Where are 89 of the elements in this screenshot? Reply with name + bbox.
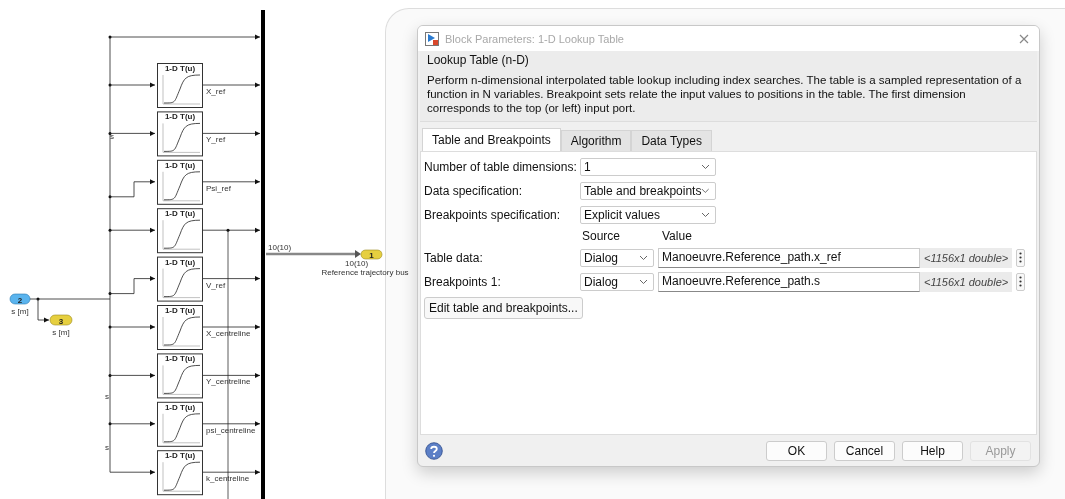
lookup-table-block xyxy=(157,256,203,302)
junction-dot xyxy=(108,35,112,39)
junction-dot xyxy=(108,195,112,199)
junction-dot xyxy=(108,373,112,377)
signal-dimension-label: 10(10) xyxy=(268,243,292,252)
text-field[interactable]: Manoeuvre.Reference_path.x_ref xyxy=(658,247,920,268)
field-label: Data specification: xyxy=(424,183,524,198)
junction-dot xyxy=(108,131,112,135)
block-title: 1-D T(u) xyxy=(164,112,196,122)
block-title: 1-D T(u) xyxy=(164,451,196,461)
signal-label: psi_centreline xyxy=(206,425,256,435)
tab[interactable]: Table and Breakpoints xyxy=(422,128,561,151)
dialog-button[interactable]: OK xyxy=(766,440,827,461)
lookup-table-block xyxy=(157,305,203,350)
column-header: Value xyxy=(661,229,692,243)
dropdown[interactable]: Explicit values xyxy=(580,205,716,224)
group-title: Lookup Table (n-D) xyxy=(427,53,530,67)
block-title: 1-D T(u) xyxy=(164,257,196,267)
signal-label: X_centreline xyxy=(206,329,251,338)
signal-line xyxy=(202,82,261,88)
outport-block: 3 xyxy=(49,314,73,326)
chevron-icon xyxy=(639,278,648,285)
tab[interactable]: Data Types xyxy=(631,130,712,151)
block-title: 1-D T(u) xyxy=(164,160,196,170)
port-label: s [m] xyxy=(52,328,70,337)
lookup-table-block xyxy=(157,353,203,399)
chevron-icon xyxy=(701,187,710,194)
column-header: Source xyxy=(581,229,622,243)
inport-block: 2 xyxy=(9,293,31,305)
outport-block: 1 xyxy=(360,249,383,260)
kebab-icon xyxy=(1019,276,1023,287)
signal-label: s xyxy=(105,443,109,452)
signal-label: k_centreline xyxy=(206,474,250,484)
kebab-icon xyxy=(1019,252,1023,263)
dropdown[interactable]: 1 xyxy=(580,157,716,176)
signal-label: s xyxy=(105,392,109,401)
field-label: Breakpoints specification: xyxy=(424,207,562,222)
junction-dot xyxy=(108,292,112,296)
port-label: s [m] xyxy=(11,307,29,316)
chevron-icon xyxy=(701,211,710,218)
more-options-button[interactable] xyxy=(1016,248,1026,267)
help-icon[interactable] xyxy=(425,441,443,460)
lookup-table-block xyxy=(157,450,203,496)
lookup-table-block xyxy=(157,401,203,447)
signal-label: s xyxy=(110,132,114,141)
size-hint: <1156x1 double> xyxy=(920,247,1013,268)
junction-dot xyxy=(108,83,112,87)
lookup-table-block xyxy=(157,208,203,254)
port-label: Reference trajectory bus xyxy=(321,268,409,277)
signal-line xyxy=(202,179,261,185)
tab[interactable]: Algorithm xyxy=(560,130,632,151)
field-label: Number of table dimensions: xyxy=(424,159,576,174)
field-label: Breakpoints 1: xyxy=(424,274,502,289)
block-title: 1-D T(u) xyxy=(164,354,196,364)
junction-dot xyxy=(36,297,40,301)
lookup-table-block xyxy=(157,111,203,157)
dialog-button[interactable]: Help xyxy=(902,440,963,461)
block-title: 1-D T(u) xyxy=(164,209,196,219)
junction-dot xyxy=(108,228,112,232)
block-title: 1-D T(u) xyxy=(164,402,196,412)
chevron-icon xyxy=(701,163,710,170)
block-title: 1-D T(u) xyxy=(164,306,196,315)
block-title: 1-D T(u) xyxy=(164,64,196,73)
dropdown[interactable]: Dialog xyxy=(580,272,654,291)
block-icon xyxy=(425,31,439,46)
signal-label: Psi_ref xyxy=(206,183,231,193)
signal-dimension-label: 10(10) xyxy=(345,259,369,268)
more-options-button[interactable] xyxy=(1016,272,1026,291)
signal-line xyxy=(202,130,261,136)
lookup-table-block xyxy=(157,63,203,108)
signal-label: Y_ref xyxy=(206,135,226,145)
signal-label: X_ref xyxy=(206,87,226,96)
text-field[interactable]: Manoeuvre.Reference_path.s xyxy=(658,271,920,292)
signal-label: V_ref xyxy=(206,280,226,290)
dropdown[interactable]: Dialog xyxy=(580,248,654,267)
edit-table-button[interactable]: Edit table and breakpoints... xyxy=(424,297,583,319)
chevron-icon xyxy=(639,254,648,261)
field-label: Table data: xyxy=(424,250,484,265)
junction-dot xyxy=(226,228,230,232)
dialog-button[interactable]: Cancel xyxy=(834,440,895,461)
window-title: Block Parameters: 1-D Lookup Table xyxy=(445,32,625,45)
signal-label: Y_centreline xyxy=(206,377,251,387)
junction-dot xyxy=(108,422,112,426)
dropdown[interactable]: Table and breakpoints xyxy=(580,181,716,200)
description-text: Perform n-dimensional interpolated table lookup including index searches. The table is a sampled representation of a function in N variables. Breakpoint sets relate the input values to positions in the table. The first dimension corresponds to the top (or left) input port. xyxy=(427,73,1023,115)
junction-dot xyxy=(108,325,112,329)
size-hint: <1156x1 double> xyxy=(920,271,1013,292)
lookup-table-block xyxy=(157,159,203,205)
close-icon[interactable] xyxy=(1019,33,1029,44)
